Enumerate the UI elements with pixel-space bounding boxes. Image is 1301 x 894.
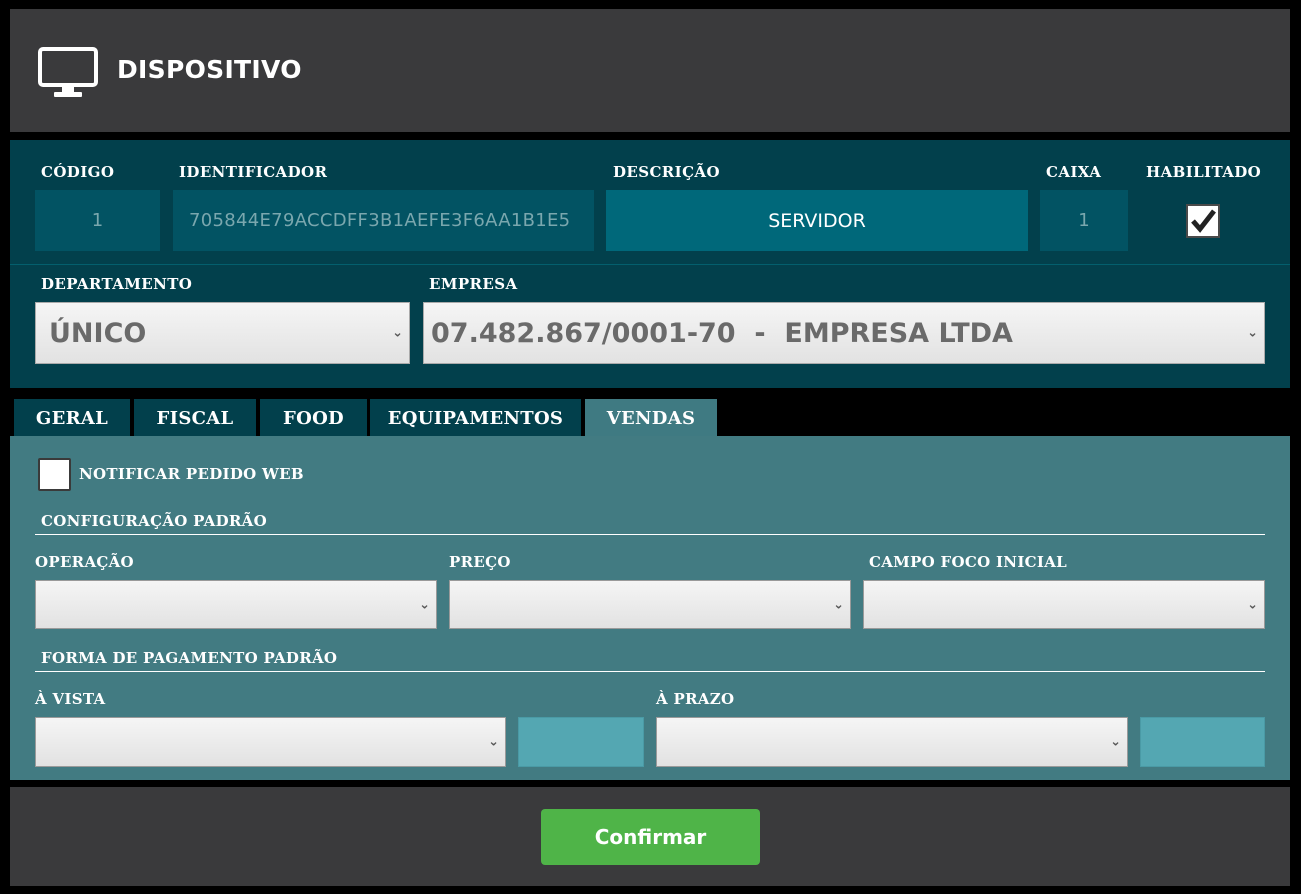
caixa-label: CAIXA xyxy=(1046,163,1102,181)
notificar-checkbox[interactable] xyxy=(38,458,71,491)
departamento-select[interactable]: ÚNICO ⌄ xyxy=(35,302,410,364)
descricao-label: DESCRIÇÃO xyxy=(613,163,720,181)
tab-fiscal[interactable]: FISCAL xyxy=(134,399,256,437)
codigo-label: CÓDIGO xyxy=(41,163,115,181)
chevron-down-icon: ⌄ xyxy=(1247,325,1258,341)
preco-label: PREÇO xyxy=(449,553,511,571)
a-prazo-label: À PRAZO xyxy=(656,690,735,708)
a-prazo-extra-field[interactable] xyxy=(1140,717,1265,767)
vendas-tab-content: NOTIFICAR PEDIDO WEB CONFIGURAÇÃO PADRÃO… xyxy=(10,436,1290,780)
campo-foco-label: CAMPO FOCO INICIAL xyxy=(869,553,1067,571)
section-divider xyxy=(35,671,1265,672)
row-divider xyxy=(10,264,1290,265)
codigo-field[interactable]: 1 xyxy=(35,190,160,251)
tab-vendas[interactable]: VENDAS xyxy=(585,399,717,437)
empresa-value: 07.482.867/0001-70 - EMPRESA LTDA xyxy=(431,317,1013,349)
page-header: DISPOSITIVO xyxy=(10,9,1290,132)
a-vista-select[interactable]: ⌄ xyxy=(35,717,506,767)
preco-select[interactable]: ⌄ xyxy=(449,580,851,629)
habilitado-label: HABILITADO xyxy=(1146,163,1262,181)
checkmark-icon xyxy=(1191,209,1216,233)
page-footer: Confirmar xyxy=(10,787,1290,886)
monitor-icon xyxy=(38,47,98,97)
chevron-down-icon: ⌄ xyxy=(1247,597,1258,612)
chevron-down-icon: ⌄ xyxy=(1110,734,1121,750)
empresa-label: EMPRESA xyxy=(429,275,518,293)
a-vista-extra-field[interactable] xyxy=(518,717,644,767)
confirm-button[interactable]: Confirmar xyxy=(541,809,760,865)
section-divider xyxy=(35,534,1265,535)
notificar-label: NOTIFICAR PEDIDO WEB xyxy=(79,465,304,483)
empresa-select[interactable]: 07.482.867/0001-70 - EMPRESA LTDA ⌄ xyxy=(423,302,1265,364)
chevron-down-icon: ⌄ xyxy=(392,325,403,341)
operacao-label: OPERAÇÃO xyxy=(35,553,134,571)
descricao-field[interactable]: SERVIDOR xyxy=(606,190,1028,251)
identificador-field[interactable]: 705844E79ACCDFF3B1AEFE3F6AA1B1E5 xyxy=(173,190,594,251)
campo-foco-select[interactable]: ⌄ xyxy=(863,580,1265,629)
device-panel: CÓDIGO IDENTIFICADOR DESCRIÇÃO CAIXA HAB… xyxy=(10,140,1290,388)
identificador-label: IDENTIFICADOR xyxy=(179,163,328,181)
chevron-down-icon: ⌄ xyxy=(419,597,430,612)
habilitado-checkbox[interactable] xyxy=(1186,204,1220,238)
a-prazo-select[interactable]: ⌄ xyxy=(656,717,1128,767)
chevron-down-icon: ⌄ xyxy=(488,734,499,750)
departamento-label: DEPARTAMENTO xyxy=(41,275,193,293)
pagamento-section-title: FORMA DE PAGAMENTO PADRÃO xyxy=(41,649,338,667)
tab-geral[interactable]: GERAL xyxy=(14,399,130,437)
chevron-down-icon: ⌄ xyxy=(833,597,844,612)
tab-equipamentos[interactable]: EQUIPAMENTOS xyxy=(370,399,581,437)
page-title: DISPOSITIVO xyxy=(117,55,302,84)
a-vista-label: À VISTA xyxy=(35,690,106,708)
departamento-value: ÚNICO xyxy=(49,317,147,349)
operacao-select[interactable]: ⌄ xyxy=(35,580,437,629)
caixa-field[interactable]: 1 xyxy=(1040,190,1128,251)
tab-food[interactable]: FOOD xyxy=(260,399,367,437)
config-section-title: CONFIGURAÇÃO PADRÃO xyxy=(41,512,267,530)
